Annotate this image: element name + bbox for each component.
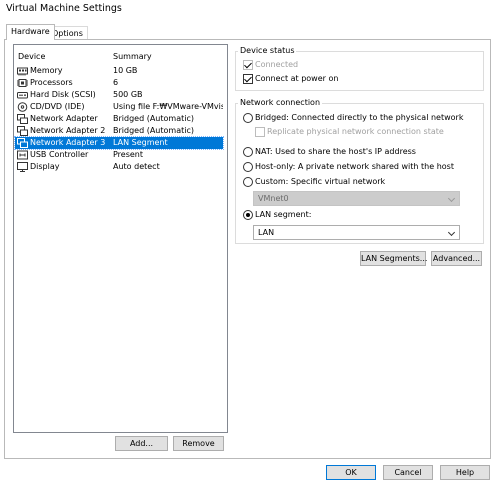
network-adapter-icon bbox=[17, 126, 28, 136]
device-row-memory[interactable]: Memory 10 GB bbox=[15, 65, 223, 77]
add-button[interactable]: Add... bbox=[115, 436, 168, 451]
network-adapter-icon bbox=[17, 114, 28, 124]
device-status-group bbox=[235, 51, 484, 91]
connected-checkbox[interactable] bbox=[243, 60, 253, 70]
connected-label: Connected bbox=[255, 60, 299, 69]
device-summary: Using file F:₩VMware-VMvis... bbox=[113, 102, 223, 111]
device-row-hard-disk[interactable]: Hard Disk (SCSI) 500 GB bbox=[15, 89, 223, 101]
display-icon bbox=[17, 162, 28, 172]
device-name: Processors bbox=[30, 78, 73, 87]
device-name: USB Controller bbox=[30, 150, 89, 159]
device-name: Network Adapter 3 bbox=[30, 138, 106, 147]
ok-button[interactable]: OK bbox=[326, 465, 376, 480]
device-row-processors[interactable]: Processors 6 bbox=[15, 77, 223, 89]
column-header-device[interactable]: Device bbox=[18, 52, 45, 61]
device-summary: 6 bbox=[113, 78, 119, 87]
lan-segment-value: LAN bbox=[258, 228, 275, 237]
device-summary: 500 GB bbox=[113, 90, 143, 99]
cd-dvd-icon bbox=[17, 102, 28, 112]
device-summary: Present bbox=[113, 150, 144, 159]
nat-label: NAT: Used to share the host's IP address bbox=[255, 147, 416, 156]
device-name: Memory bbox=[30, 66, 63, 75]
bridged-radio[interactable] bbox=[243, 113, 253, 123]
device-summary: 10 GB bbox=[113, 66, 138, 75]
custom-label: Custom: Specific virtual network bbox=[255, 177, 386, 186]
chevron-down-icon bbox=[447, 228, 456, 237]
network-connection-title: Network connection bbox=[238, 98, 323, 108]
processor-icon bbox=[17, 79, 28, 87]
network-adapter-icon bbox=[17, 138, 28, 148]
device-status-title: Device status bbox=[238, 46, 297, 56]
device-summary: Bridged (Automatic) bbox=[113, 126, 194, 135]
device-name: Network Adapter 2 bbox=[30, 126, 106, 135]
custom-radio[interactable] bbox=[243, 177, 253, 187]
custom-network-value: VMnet0 bbox=[258, 194, 289, 203]
device-name: Network Adapter bbox=[30, 114, 98, 123]
replicate-label: Replicate physical network connection st… bbox=[267, 127, 444, 136]
hard-disk-icon bbox=[17, 92, 28, 99]
bridged-label: Bridged: Connected directly to the physi… bbox=[255, 113, 464, 122]
advanced-button[interactable]: Advanced... bbox=[431, 251, 482, 266]
chevron-down-icon bbox=[447, 194, 456, 203]
custom-network-select[interactable]: VMnet0 bbox=[253, 191, 460, 206]
tab-hardware[interactable]: Hardware bbox=[6, 24, 55, 40]
remove-button[interactable]: Remove bbox=[173, 436, 224, 451]
device-summary: Auto detect bbox=[113, 162, 160, 171]
device-name: Hard Disk (SCSI) bbox=[30, 90, 96, 99]
host-only-label: Host-only: A private network shared with… bbox=[255, 162, 454, 171]
lan-segments-button[interactable]: LAN Segments... bbox=[360, 251, 427, 266]
lan-segment-radio[interactable] bbox=[243, 210, 253, 220]
lan-segment-label: LAN segment: bbox=[255, 210, 312, 219]
usb-controller-icon bbox=[17, 150, 28, 160]
connect-at-power-on-label: Connect at power on bbox=[255, 74, 339, 83]
replicate-checkbox[interactable] bbox=[255, 127, 265, 137]
window-title: Virtual Machine Settings bbox=[6, 3, 122, 14]
connect-at-power-on-checkbox[interactable] bbox=[243, 74, 253, 84]
device-row-display[interactable]: Display Auto detect bbox=[15, 161, 223, 173]
network-connection-group bbox=[235, 103, 484, 244]
memory-icon bbox=[17, 67, 28, 76]
device-summary: LAN Segment bbox=[113, 138, 168, 147]
help-button[interactable]: Help bbox=[440, 465, 490, 480]
device-row-cd-dvd[interactable]: CD/DVD (IDE) Using file F:₩VMware-VMvis.… bbox=[15, 101, 223, 113]
lan-segment-select[interactable]: LAN bbox=[253, 225, 460, 240]
column-header-summary[interactable]: Summary bbox=[113, 52, 152, 61]
nat-radio[interactable] bbox=[243, 147, 253, 157]
host-only-radio[interactable] bbox=[243, 162, 253, 172]
device-name: CD/DVD (IDE) bbox=[30, 102, 85, 111]
device-name: Display bbox=[30, 162, 60, 171]
device-row-network-adapter[interactable]: Network Adapter Bridged (Automatic) bbox=[15, 113, 223, 125]
device-row-network-adapter-3[interactable]: Network Adapter 3 LAN Segment bbox=[14, 136, 224, 150]
cancel-button[interactable]: Cancel bbox=[383, 465, 433, 480]
device-row-usb-controller[interactable]: USB Controller Present bbox=[15, 149, 223, 161]
device-row-network-adapter-2[interactable]: Network Adapter 2 Bridged (Automatic) bbox=[15, 125, 223, 137]
device-summary: Bridged (Automatic) bbox=[113, 114, 194, 123]
